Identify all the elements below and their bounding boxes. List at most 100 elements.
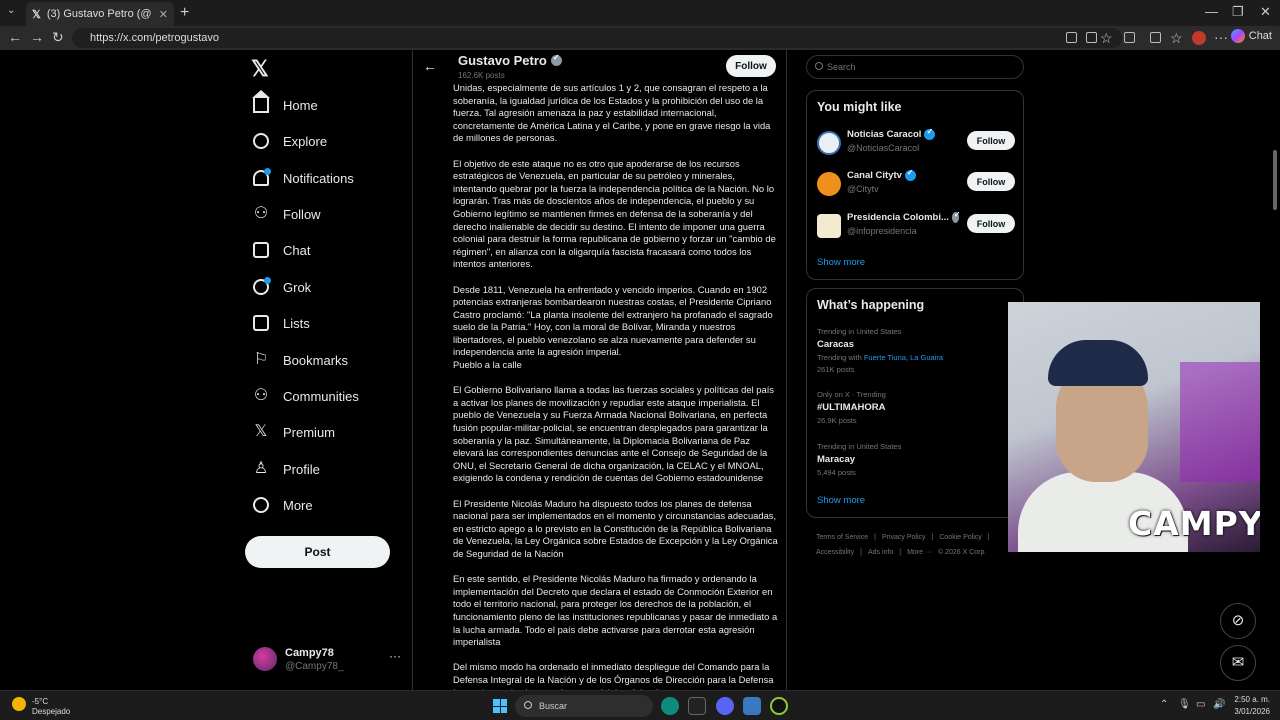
- profile-name-text: Gustavo Petro: [458, 53, 547, 68]
- copyright: © 2026 X Corp.: [937, 549, 987, 556]
- suggestion-name-text: Canal Citytv: [847, 170, 902, 181]
- nav-home[interactable]: Home: [252, 90, 318, 117]
- back-arrow-icon[interactable]: ←: [8, 29, 22, 45]
- nav-bookmarks[interactable]: ⚐ Bookmarks: [253, 348, 348, 372]
- post-button[interactable]: Post: [245, 536, 390, 568]
- trend-title: #ULTIMAHORA: [817, 402, 886, 413]
- nav-notifications[interactable]: Notifications: [253, 166, 354, 190]
- favorite-star-icon[interactable]: ☆: [1100, 30, 1113, 47]
- post-count: 162.6K posts: [458, 71, 505, 80]
- tray-chevron-icon[interactable]: ⌃: [1160, 699, 1168, 710]
- url-text: https://x.com/petrogustavo: [90, 32, 220, 44]
- new-tab-icon[interactable]: +: [180, 4, 189, 22]
- network-icon[interactable]: ▭: [1196, 699, 1205, 710]
- nav-label: Profile: [283, 461, 320, 477]
- scrollbar-thumb[interactable]: [1273, 150, 1277, 210]
- volume-icon[interactable]: 🔊: [1213, 699, 1225, 710]
- trend-item[interactable]: Only on X · Trending #ULTIMAHORA 26.9K p…: [817, 390, 1017, 425]
- browser-essentials-icon[interactable]: [1150, 32, 1161, 43]
- trend-count: 261K posts: [817, 365, 855, 374]
- trend-item[interactable]: Trending in United States Caracas Trendi…: [817, 327, 1017, 374]
- search-placeholder: Search: [827, 62, 856, 72]
- bookmark-icon: ⚐: [253, 351, 269, 368]
- follow-button[interactable]: Follow: [726, 55, 776, 77]
- grok-icon: [253, 277, 271, 295]
- page-scrollbar[interactable]: [1272, 50, 1278, 690]
- footer-link[interactable]: More ···: [907, 549, 932, 556]
- footer-link[interactable]: Ads info: [868, 549, 893, 556]
- nav-follow[interactable]: ⚇ Follow: [253, 202, 321, 226]
- list-icon: [253, 315, 269, 331]
- back-arrow-icon[interactable]: ←: [423, 58, 437, 74]
- webcam-background-light: [1180, 362, 1260, 482]
- call-of-duty-icon[interactable]: [688, 697, 706, 715]
- profile-icon: ♙: [253, 460, 269, 477]
- nav-chat[interactable]: Chat: [253, 238, 310, 262]
- avatar: [817, 131, 841, 155]
- microphone-icon[interactable]: 🎙: [1178, 699, 1191, 710]
- suggestion-item[interactable]: Canal Citytv @Citytv Follow: [817, 170, 1017, 200]
- messages-fab-icon[interactable]: ✉: [1220, 645, 1256, 681]
- weather-temp: -5°C: [32, 697, 49, 706]
- footer-link[interactable]: Cookie Policy: [939, 534, 981, 541]
- footer-link[interactable]: Terms of Service: [816, 534, 868, 541]
- weather-desc: Despejado: [32, 707, 71, 716]
- browser-tab[interactable]: 𝕏 (3) Gustavo Petro (@petrogustavo ✕: [26, 2, 174, 26]
- follow-button[interactable]: Follow: [967, 214, 1015, 233]
- nav-more[interactable]: More: [253, 493, 313, 517]
- profile-avatar-icon[interactable]: [1192, 31, 1206, 45]
- nav-communities[interactable]: ⚇ Communities: [253, 384, 359, 408]
- nav-profile[interactable]: ♙ Profile: [253, 457, 320, 481]
- app-icon[interactable]: [770, 697, 788, 715]
- taskbar-search[interactable]: Buscar: [515, 695, 653, 717]
- avatar: [817, 172, 841, 196]
- grok-fab-icon[interactable]: ⊘: [1220, 603, 1256, 639]
- follow-button[interactable]: Follow: [967, 131, 1015, 150]
- close-window-icon[interactable]: ✕: [1260, 4, 1271, 20]
- chat-label: Chat: [1248, 30, 1272, 42]
- nav-explore[interactable]: Explore: [253, 129, 327, 153]
- show-more-link[interactable]: Show more: [817, 257, 865, 268]
- taskbar-clock[interactable]: 2:50 a. m. 3/01/2026: [1234, 694, 1270, 718]
- nav-lists[interactable]: Lists: [253, 311, 310, 335]
- split-screen-icon[interactable]: [1066, 32, 1077, 43]
- maximize-icon[interactable]: ❐: [1232, 4, 1244, 20]
- x-favicon-icon: 𝕏: [32, 8, 41, 21]
- home-icon: [252, 90, 270, 113]
- edge-browser-icon[interactable]: [661, 697, 679, 715]
- minimize-icon[interactable]: —: [1205, 4, 1218, 19]
- trend-title: Caracas: [817, 339, 854, 350]
- address-toolbar: ← → ↻ https://x.com/petrogustavo ☆ ☆ ···…: [0, 26, 1280, 50]
- footer-link[interactable]: Privacy Policy: [882, 534, 926, 541]
- file-explorer-icon[interactable]: [743, 697, 761, 715]
- suggestion-item[interactable]: Presidencia Colombi... @infopresidencia …: [817, 212, 1017, 242]
- nav-label: Communities: [283, 388, 359, 404]
- follow-button[interactable]: Follow: [967, 172, 1015, 191]
- reload-icon[interactable]: ↻: [52, 29, 64, 46]
- trend-item[interactable]: Trending in United States Maracay 5,494 …: [817, 442, 1017, 477]
- url-field[interactable]: https://x.com/petrogustavo: [72, 28, 1122, 48]
- trend-with-links[interactable]: Fuerte Tiuna, La Guaira: [864, 353, 943, 362]
- nav-label: Premium: [283, 424, 336, 440]
- copilot-chat-button[interactable]: Chat: [1230, 29, 1272, 43]
- settings-more-icon[interactable]: ···: [1214, 29, 1228, 45]
- footer-link[interactable]: Accessibility: [816, 549, 854, 556]
- nav-grok[interactable]: Grok: [253, 275, 311, 299]
- tab-close-icon[interactable]: ✕: [159, 8, 168, 21]
- favorites-icon[interactable]: ☆: [1170, 30, 1183, 47]
- account-switcher[interactable]: Campy78 @Campy78_ ···: [253, 645, 401, 675]
- nav-premium[interactable]: 𝕏 Premium: [253, 420, 335, 444]
- discord-icon[interactable]: [716, 697, 734, 715]
- x-logo-icon[interactable]: 𝕏: [251, 56, 269, 82]
- verified-badge-icon: [550, 53, 562, 66]
- left-sidebar: 𝕏 Home Explore Notifications ⚇ Follow Ch…: [245, 50, 410, 690]
- suggestion-item[interactable]: Noticias Caracol @NoticiasCaracol Follow: [817, 129, 1017, 159]
- extensions-icon[interactable]: [1124, 32, 1135, 43]
- forward-arrow-icon[interactable]: →: [30, 29, 44, 45]
- read-aloud-icon[interactable]: [1086, 32, 1097, 43]
- show-more-link[interactable]: Show more: [817, 495, 865, 506]
- account-more-icon[interactable]: ···: [389, 649, 401, 663]
- tab-list-chevron-icon[interactable]: ⌄: [7, 5, 15, 16]
- search-input[interactable]: Search: [806, 55, 1024, 79]
- windows-start-icon[interactable]: [493, 699, 507, 713]
